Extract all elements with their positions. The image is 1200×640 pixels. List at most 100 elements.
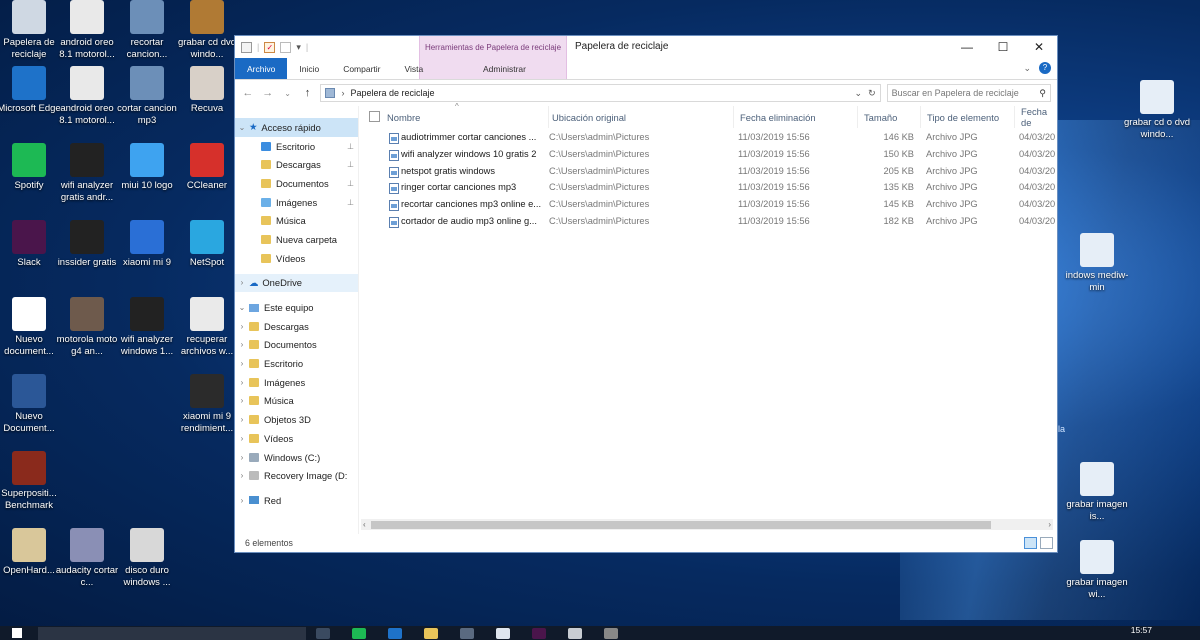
- app-icon[interactable]: [604, 628, 618, 639]
- nav-onedrive[interactable]: › ☁ OneDrive: [235, 273, 358, 293]
- help-icon[interactable]: ?: [1039, 62, 1051, 74]
- nav-item[interactable]: › Escritorio: [235, 354, 358, 373]
- desktop-icon[interactable]: Nuevo Document...: [0, 374, 62, 435]
- nav-this-pc[interactable]: ⌄ Este equipo: [235, 298, 358, 317]
- select-all-checkbox[interactable]: [369, 111, 380, 122]
- column-fecha-eliminacion[interactable]: Fecha eliminación: [734, 106, 858, 128]
- scrollbar-thumb[interactable]: [371, 520, 991, 529]
- desktop-icon[interactable]: grabar imagen wi...: [1064, 540, 1130, 601]
- pin-icon[interactable]: ⊥: [347, 160, 354, 169]
- desktop-icon[interactable]: wifi analyzer gratis andr...: [54, 143, 120, 204]
- desktop-icon[interactable]: CCleaner: [174, 143, 240, 192]
- desktop-icon[interactable]: recortar cancion...: [114, 0, 180, 61]
- pin-icon[interactable]: ⊥: [347, 198, 354, 207]
- table-row[interactable]: audiotrimmer cortar canciones ... C:\User…: [359, 130, 1057, 147]
- nav-item[interactable]: › Vídeos: [235, 429, 358, 448]
- breadcrumb[interactable]: Papelera de reciclaje: [350, 88, 434, 98]
- start-icon[interactable]: [12, 628, 22, 638]
- pin-icon[interactable]: ⊥: [347, 179, 354, 188]
- nav-quick-access[interactable]: ⌄ ★ Acceso rápido: [235, 118, 358, 137]
- nav-item[interactable]: › Documentos: [235, 336, 358, 355]
- scroll-left-icon[interactable]: ‹: [363, 520, 366, 529]
- task-view-icon[interactable]: [316, 628, 330, 639]
- desktop-icon[interactable]: OpenHard...: [0, 528, 62, 577]
- details-view-icon[interactable]: [1024, 537, 1037, 549]
- nav-item[interactable]: Vídeos: [235, 249, 358, 268]
- tab-vista[interactable]: Vista: [393, 58, 436, 79]
- clock[interactable]: 15:57: [1131, 625, 1152, 635]
- desktop-icon[interactable]: cortar cancion mp3: [114, 66, 180, 127]
- properties-icon[interactable]: ✓: [264, 41, 276, 53]
- desktop-icon[interactable]: android oreo 8.1 motorol...: [54, 66, 120, 127]
- maximize-button[interactable]: ☐: [985, 36, 1021, 58]
- nav-item[interactable]: Música: [235, 211, 358, 230]
- tab-compartir[interactable]: Compartir: [331, 58, 392, 79]
- slack-icon[interactable]: [532, 628, 546, 639]
- back-arrow-icon[interactable]: ←: [241, 87, 255, 99]
- nav-item[interactable]: › Windows (C:): [235, 448, 358, 467]
- taskbar-search[interactable]: [38, 627, 306, 640]
- table-row[interactable]: netspot gratis windows C:\Users\admin\Pic…: [359, 164, 1057, 181]
- settings-icon[interactable]: [568, 628, 582, 639]
- title-bar[interactable]: | ✓ ▾ | Herramientas de Papelera de reci…: [235, 36, 1057, 80]
- column-fecha[interactable]: Fecha de: [1015, 106, 1059, 128]
- column-tipo[interactable]: Tipo de elemento: [921, 106, 1015, 128]
- chevron-right-icon[interactable]: ›: [235, 359, 249, 368]
- desktop-icon[interactable]: Superpositi... Benchmark: [0, 451, 62, 512]
- file-list[interactable]: ^ Nombre Ubicación original Fecha elimin…: [359, 102, 1059, 534]
- nav-item[interactable]: Imágenes ⊥: [235, 193, 358, 212]
- chevron-right-icon[interactable]: ›: [235, 471, 249, 480]
- chevron-right-icon[interactable]: ›: [235, 453, 249, 462]
- chevron-right-icon[interactable]: ›: [235, 322, 249, 331]
- chevron-right-icon[interactable]: ›: [235, 378, 249, 387]
- desktop-icon[interactable]: wifi analyzer windows 1...: [114, 297, 180, 358]
- nav-network[interactable]: › Red: [235, 491, 358, 510]
- large-icons-view-icon[interactable]: [1040, 537, 1053, 549]
- recent-locations-icon[interactable]: ⌄: [281, 89, 295, 98]
- up-arrow-icon[interactable]: ↑: [301, 87, 315, 99]
- desktop-icon[interactable]: Recuva: [174, 66, 240, 115]
- chevron-down-icon[interactable]: ▾: [296, 42, 301, 53]
- desktop-icon[interactable]: grabar cd o dvd windo...: [1124, 80, 1190, 141]
- expand-ribbon-icon[interactable]: ⌄: [1023, 63, 1031, 74]
- chevron-right-icon[interactable]: ›: [235, 396, 249, 405]
- chevron-down-icon[interactable]: ⌄: [235, 303, 249, 312]
- store-icon[interactable]: [460, 628, 474, 639]
- desktop-icon[interactable]: grabar imagen is...: [1064, 462, 1130, 523]
- desktop-icon[interactable]: android oreo 8.1 motorol...: [54, 0, 120, 61]
- chevron-right-icon[interactable]: ›: [235, 340, 249, 349]
- desktop-icon[interactable]: Papelera de reciclaje: [0, 0, 62, 61]
- address-field[interactable]: › Papelera de reciclaje ⌄ ↻: [320, 84, 881, 102]
- mail-icon[interactable]: [496, 628, 510, 639]
- tab-archivo[interactable]: Archivo: [235, 58, 288, 79]
- desktop-icon[interactable]: audacity cortar c...: [54, 528, 120, 589]
- desktop-icon[interactable]: xiaomi mi 9: [114, 220, 180, 269]
- nav-item[interactable]: › Objetos 3D: [235, 410, 358, 429]
- desktop-icon[interactable]: recuperar archivos w...: [174, 297, 240, 358]
- desktop-icon[interactable]: disco duro windows ...: [114, 528, 180, 589]
- desktop-icon[interactable]: NetSpot: [174, 220, 240, 269]
- search-input[interactable]: Buscar en Papelera de reciclaje ⚲: [886, 84, 1052, 102]
- table-row[interactable]: ringer cortar canciones mp3 C:\Users\admi…: [359, 180, 1057, 197]
- nav-item[interactable]: › Imágenes: [235, 373, 358, 392]
- nav-item[interactable]: Escritorio ⊥: [235, 137, 358, 156]
- desktop-icon[interactable]: Microsoft Edge: [0, 66, 62, 115]
- nav-item[interactable]: Descargas ⊥: [235, 155, 358, 174]
- edge-icon[interactable]: [388, 628, 402, 639]
- refresh-icon[interactable]: ↻: [868, 88, 876, 99]
- column-tamano[interactable]: Tamaño: [858, 106, 921, 128]
- desktop-icon[interactable]: inssider gratis: [54, 220, 120, 269]
- table-row[interactable]: cortador de audio mp3 online g... C:\User…: [359, 214, 1057, 231]
- desktop-icon[interactable]: motorola moto g4 an...: [54, 297, 120, 358]
- nav-item[interactable]: › Recovery Image (D:: [235, 466, 358, 485]
- pin-icon[interactable]: ⊥: [347, 142, 354, 151]
- column-nombre[interactable]: Nombre: [381, 106, 549, 128]
- horizontal-scrollbar[interactable]: ‹ ›: [361, 519, 1053, 530]
- new-folder-icon[interactable]: [280, 41, 292, 53]
- chevron-right-icon[interactable]: ›: [235, 278, 249, 287]
- forward-arrow-icon[interactable]: →: [261, 87, 275, 99]
- chevron-down-icon[interactable]: ⌄: [235, 123, 249, 132]
- table-row[interactable]: wifi analyzer windows 10 gratis 2 C:\User…: [359, 147, 1057, 164]
- column-ubicacion[interactable]: Ubicación original: [546, 106, 734, 128]
- desktop-icon[interactable]: Spotify: [0, 143, 62, 192]
